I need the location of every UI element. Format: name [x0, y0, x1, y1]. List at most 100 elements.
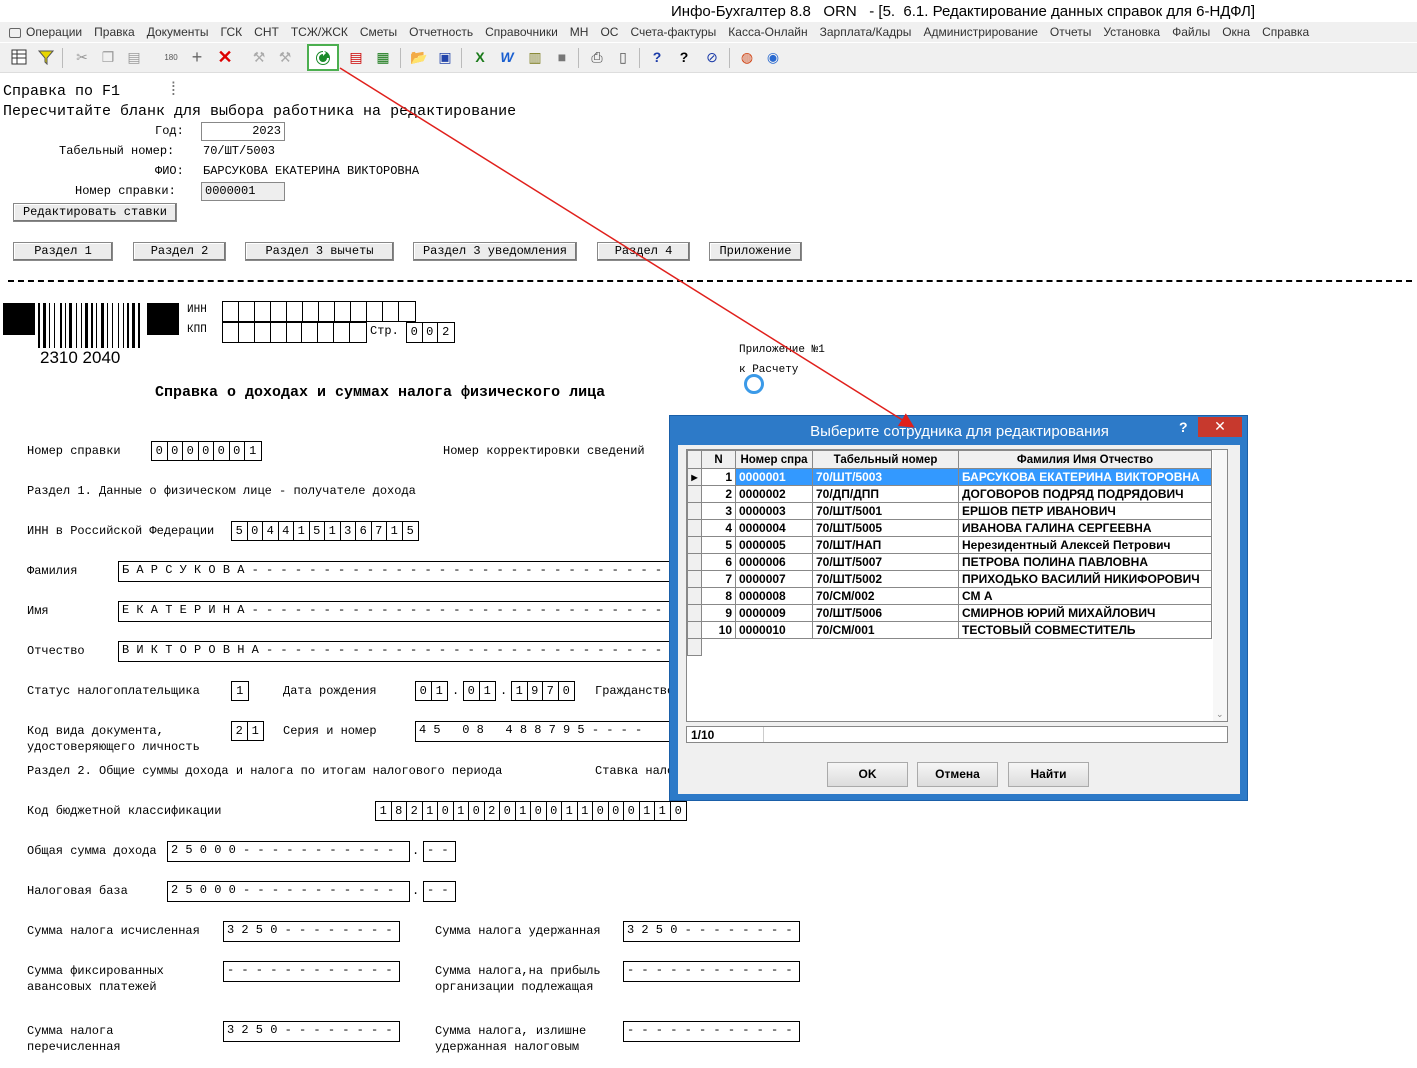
- toolbar: ✂ ❐ ▤ 180 + ✕ ⚒ ⚒ ▤ ▦ 📂 ▣ X W ▥ ■ ⎙ ▯ ? …: [0, 43, 1417, 73]
- table-row[interactable]: 8 0000008 70/СМ/002 СМ А: [687, 587, 1212, 605]
- table-row[interactable]: ▶ 1 0000001 70/ШТ/5003 БАРСУКОВА ЕКАТЕРИНА В…: [687, 468, 1212, 486]
- table-row[interactable]: 6 0000006 70/ШТ/5007 ПЕТРОВА ПОЛИНА ПАВЛОВН…: [687, 553, 1212, 571]
- tab-section-4[interactable]: Раздел 4: [597, 242, 690, 261]
- menu-item-17[interactable]: Файлы: [1166, 22, 1216, 42]
- edit-rates-button[interactable]: Редактировать ставки: [13, 203, 177, 222]
- table-row[interactable]: 2 0000002 70/ДП/ДПП ДОГОВОРОВ ПОДРЯД ПОДРЯД…: [687, 485, 1212, 503]
- menu-item-2[interactable]: Документы: [141, 22, 215, 42]
- cert-number-input[interactable]: 0000001: [201, 182, 285, 201]
- help-icon[interactable]: ?: [646, 46, 668, 68]
- archive-icon[interactable]: ■: [551, 46, 573, 68]
- table-row[interactable]: 3 0000003 70/ШТ/5001 ЕРШОВ ПЕТР ИВАНОВИЧ: [687, 502, 1212, 520]
- cell-fio: ЕРШОВ ПЕТР ИВАНОВИЧ: [958, 502, 1212, 520]
- tax-calc-field: 3 2 5 0 - - - - - - - -: [223, 921, 400, 942]
- cell-n: 2: [701, 485, 736, 503]
- menu-item-0[interactable]: Операции: [0, 22, 88, 42]
- document-red-icon[interactable]: ▤: [345, 46, 367, 68]
- cut-icon[interactable]: ✂: [71, 46, 93, 68]
- menu-item-3[interactable]: ГСК: [215, 22, 249, 42]
- print-icon[interactable]: ⎙: [586, 46, 608, 68]
- context-help-icon[interactable]: ?: [673, 46, 695, 68]
- table-row[interactable]: 4 0000004 70/ШТ/5005 ИВАНОВА ГАЛИНА СЕРГЕЕВ…: [687, 519, 1212, 537]
- empty-cell: [399, 302, 415, 321]
- table-view-icon[interactable]: [8, 46, 30, 68]
- menu-item-13[interactable]: Зарплата/Кадры: [814, 22, 918, 42]
- compass-icon[interactable]: ⊘: [701, 46, 723, 68]
- col-n[interactable]: N: [701, 450, 736, 469]
- menu-item-14[interactable]: Администрирование: [917, 22, 1043, 42]
- menu-item-5[interactable]: ТСЖ/ЖСК: [285, 22, 354, 42]
- filter-icon[interactable]: [35, 46, 57, 68]
- digit-cell: 0: [593, 802, 609, 820]
- menu-item-10[interactable]: ОС: [594, 22, 624, 42]
- menu-item-4[interactable]: СНТ: [248, 22, 285, 42]
- rate-label: Ставка нало: [595, 764, 675, 778]
- save-icon[interactable]: ▣: [434, 46, 456, 68]
- series-field: 4 5 0 8 4 8 8 7 9 5 - - - -: [415, 721, 678, 742]
- menu-item-12[interactable]: Касса-Онлайн: [722, 22, 813, 42]
- grid-vertical-scrollbar[interactable]: ⌄: [1213, 450, 1227, 721]
- recalculate-icon[interactable]: [307, 44, 339, 71]
- preview-icon[interactable]: ▯: [612, 46, 634, 68]
- col-tab-number[interactable]: Табельный номер: [812, 450, 959, 469]
- dialog-close-button[interactable]: ✕: [1198, 417, 1242, 437]
- menu-item-15[interactable]: Отчеты: [1044, 22, 1097, 42]
- calculator-icon[interactable]: ▦: [372, 46, 394, 68]
- employee-grid: N Номер спра Табельный номер Фамилия Имя…: [686, 449, 1228, 722]
- col-fio[interactable]: Фамилия Имя Отчество: [958, 450, 1212, 469]
- menu-item-9[interactable]: МН: [564, 22, 595, 42]
- excel-icon[interactable]: X: [469, 46, 491, 68]
- table-row[interactable]: 7 0000007 70/ШТ/5002 ПРИХОДЬКО ВАСИЛИЙ НИКИ…: [687, 570, 1212, 588]
- tab-section-3-deductions[interactable]: Раздел 3 вычеты: [245, 242, 394, 261]
- inn-label: ИНН: [187, 304, 207, 316]
- renumber-icon[interactable]: 180: [160, 46, 182, 68]
- copy-icon[interactable]: ❐: [97, 46, 119, 68]
- form-subheading: Пересчитайте бланк для выбора работника …: [3, 103, 517, 120]
- digit-cell: 1: [423, 802, 438, 820]
- year-input[interactable]: 2023: [201, 122, 285, 141]
- add-icon[interactable]: +: [186, 46, 208, 68]
- table-row[interactable]: 5 0000005 70/ШТ/НАП Нерезидентный Алексей П…: [687, 536, 1212, 554]
- dialog-help-icon[interactable]: ?: [1179, 419, 1188, 435]
- ok-button[interactable]: OK: [827, 762, 908, 787]
- globe-icon[interactable]: ◉: [762, 46, 784, 68]
- paste-icon[interactable]: ▤: [123, 46, 145, 68]
- cancel-button[interactable]: Отмена: [917, 762, 998, 787]
- tab-appendix[interactable]: Приложение: [709, 242, 802, 261]
- tab-section-2[interactable]: Раздел 2: [133, 242, 226, 261]
- menu-item-7[interactable]: Отчетность: [403, 22, 479, 42]
- tab-section-3-notices[interactable]: Раздел 3 уведомления: [413, 242, 577, 261]
- menu-item-6[interactable]: Сметы: [354, 22, 403, 42]
- inn-rf-label: ИНН в Российской Федерации: [27, 524, 215, 538]
- menu-item-11[interactable]: Счета-фактуры: [624, 22, 722, 42]
- profit-label-1: Сумма налога,на прибыль: [435, 964, 601, 978]
- cell-cert-number: 0000005: [735, 536, 813, 554]
- cell-tab-number: 70/ШТ/НАП: [812, 536, 959, 554]
- word-icon[interactable]: W: [496, 46, 518, 68]
- tools-icon[interactable]: ⚒: [248, 46, 270, 68]
- menu-item-19[interactable]: Справка: [1256, 22, 1315, 42]
- empty-cell: [271, 323, 287, 342]
- table-row[interactable]: 10 0000010 70/СМ/001 ТЕСТОВЫЙ СОВМЕСТИТЕЛЬ: [687, 621, 1212, 639]
- open-folder-icon[interactable]: 📂: [408, 46, 430, 68]
- cell-tab-number: 70/СМ/002: [812, 587, 959, 605]
- menu-item-8[interactable]: Справочники: [479, 22, 564, 42]
- digit-cell: 0: [469, 802, 485, 820]
- table-row[interactable]: 9 0000009 70/ШТ/5006 СМИРНОВ ЮРИЙ МИХАЙЛОВИ…: [687, 604, 1212, 622]
- menu-item-18[interactable]: Окна: [1216, 22, 1256, 42]
- fixed-label-2: авансовых платежей: [27, 980, 157, 994]
- tools2-icon[interactable]: ⚒: [274, 46, 296, 68]
- surname-label: Фамилия: [27, 564, 78, 578]
- lifebuoy-icon[interactable]: ◍: [736, 46, 758, 68]
- menu-item-16[interactable]: Установка: [1097, 22, 1166, 42]
- patronymic-field: В И К Т О Р О В Н А - - - - - - - - - - …: [118, 641, 678, 662]
- dialog-title: Выберите сотрудника для редактирования: [810, 423, 1109, 440]
- col-cert-number[interactable]: Номер спра: [735, 450, 813, 469]
- export-icon[interactable]: ▥: [524, 46, 546, 68]
- cell-n: 9: [701, 604, 736, 622]
- find-button[interactable]: Найти: [1008, 762, 1089, 787]
- tab-section-1[interactable]: Раздел 1: [13, 242, 113, 261]
- menu-item-1[interactable]: Правка: [88, 22, 141, 42]
- digit-cell: 7: [372, 522, 387, 540]
- delete-icon[interactable]: ✕: [214, 46, 236, 68]
